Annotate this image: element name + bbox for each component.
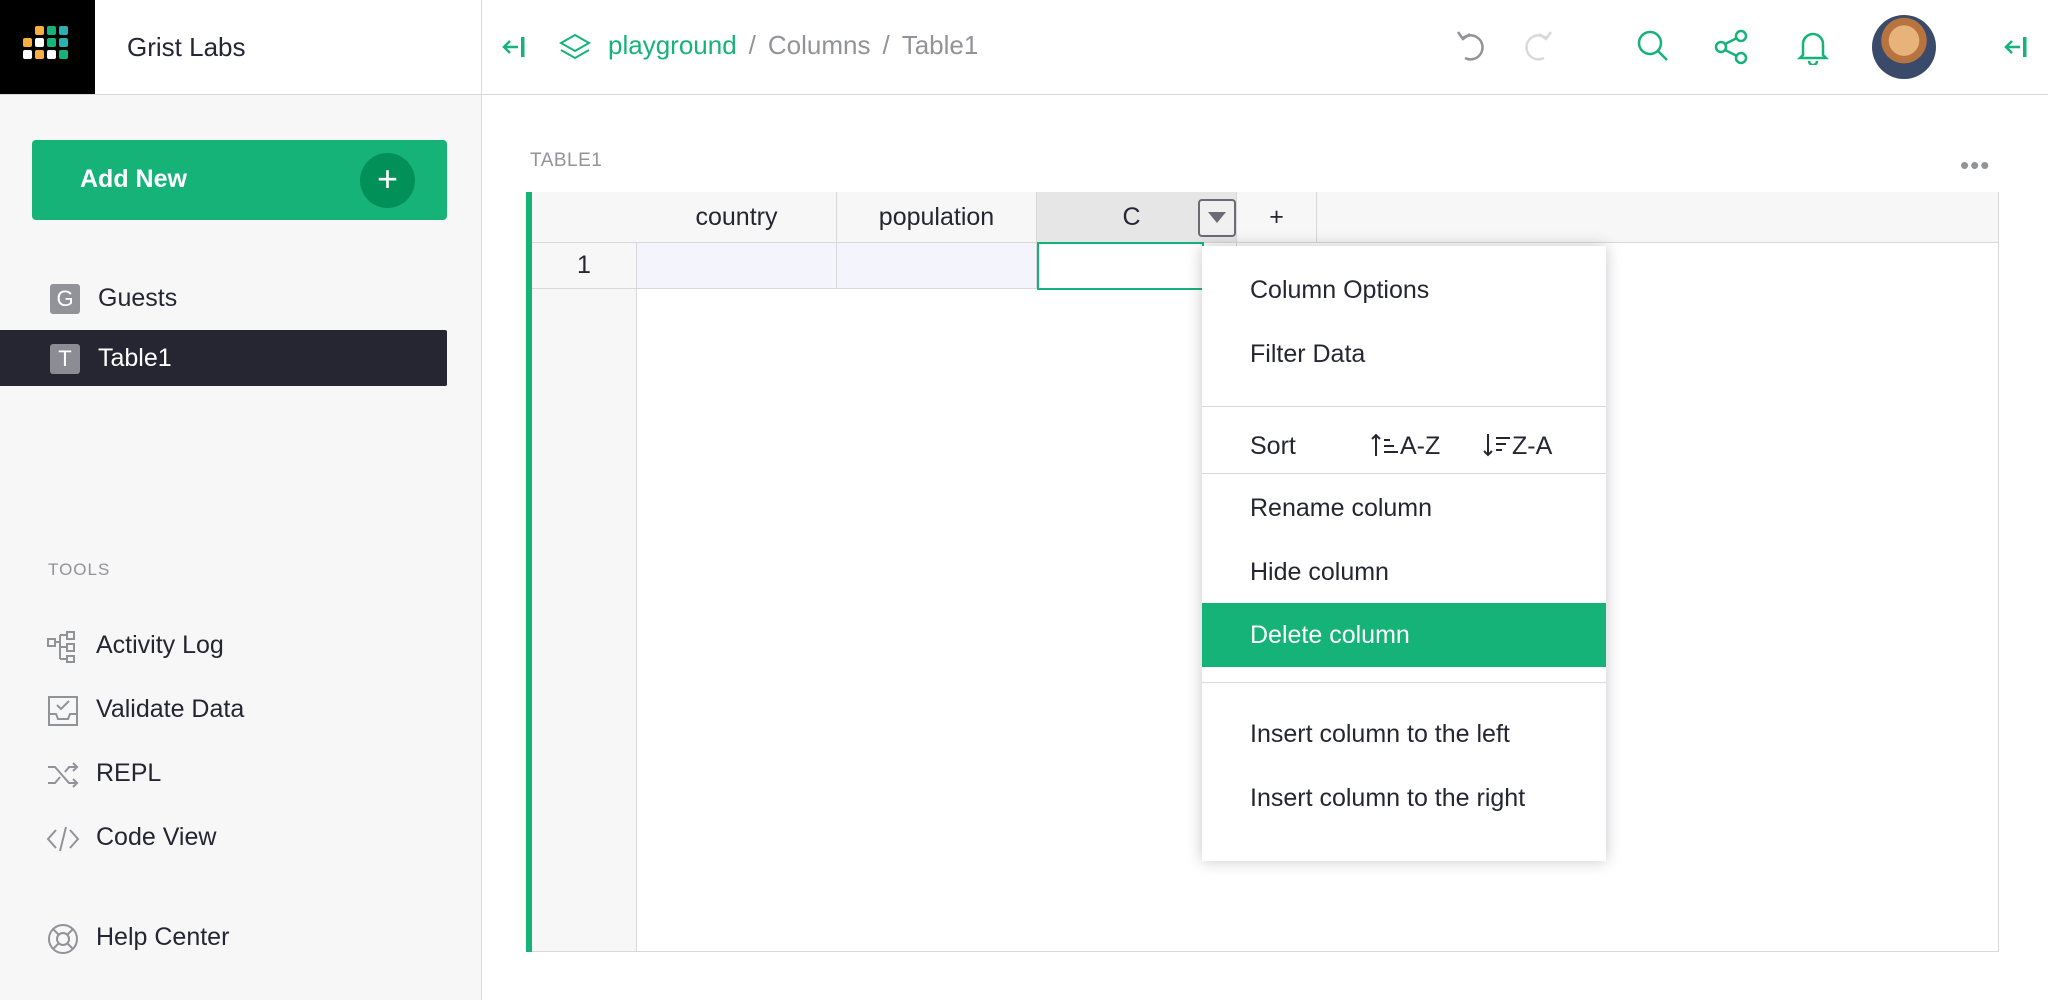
tools-title: TOOLS [48,560,111,579]
page-badge: G [50,284,80,314]
cell-population[interactable] [837,243,1037,289]
menu-item-label: Hide column [1250,558,1389,586]
menu-item-label: Insert column to the right [1250,784,1526,812]
share-icon[interactable] [1714,29,1748,65]
column-header-population[interactable]: population [837,192,1037,242]
tool-label: Code View [96,823,217,851]
tool-activity-log[interactable]: Activity Log [0,618,447,672]
menu-item-label: Column Options [1250,276,1430,304]
menu-rename-column[interactable]: Rename column [1202,476,1606,540]
section-title[interactable]: TABLE1 [530,150,602,172]
cell-country[interactable] [637,243,837,289]
page-item-guests[interactable]: G Guests [0,270,447,326]
org-name[interactable]: Grist Labs [127,32,246,63]
menu-divider [1202,473,1606,474]
menu-sort-row: Sort A-Z Z-A [1202,412,1606,476]
validate-data-icon [48,696,78,726]
menu-filter-data[interactable]: Filter Data [1202,322,1606,386]
repl-icon [48,762,79,788]
help-center[interactable]: Help Center [0,910,447,964]
column-header-country[interactable]: country [637,192,837,242]
collapse-right-panel-icon[interactable] [2002,33,2030,61]
column-context-menu: Column Options Filter Data Sort A-Z Z-A … [1202,246,1606,861]
page-item-table1[interactable]: T Table1 [0,330,447,386]
page-label: Table1 [98,344,172,372]
menu-column-options[interactable]: Column Options [1202,258,1606,322]
user-avatar[interactable] [1872,15,1936,79]
tool-label: Activity Log [96,631,224,659]
active-section-indicator [526,192,532,952]
help-center-label: Help Center [96,923,230,951]
app-logo[interactable] [0,0,95,94]
activity-log-icon [47,631,75,663]
breadcrumb-page[interactable]: Columns [768,30,871,60]
menu-insert-left[interactable]: Insert column to the left [1202,702,1606,766]
breadcrumb-doc[interactable]: playground [608,30,737,60]
column-menu-dropdown-icon[interactable] [1198,199,1236,237]
breadcrumb-separator: / [882,30,890,60]
collapse-left-panel-icon[interactable] [500,33,528,61]
page-badge: T [50,344,80,374]
code-view-icon [46,826,80,852]
sort-asc-button[interactable]: A-Z [1370,432,1440,461]
menu-divider [1202,682,1606,683]
menu-hide-column[interactable]: Hide column [1202,540,1606,604]
menu-delete-column[interactable]: Delete column [1202,603,1606,667]
breadcrumb-separator: / [748,30,756,60]
tool-repl[interactable]: REPL [0,746,447,800]
cell-cursor [1037,242,1204,290]
menu-item-label: Rename column [1250,494,1433,522]
row-number[interactable]: 1 [532,243,636,289]
menu-item-label: Delete column [1250,621,1410,649]
add-new-label: Add New [80,165,187,193]
notifications-icon[interactable] [1797,29,1829,65]
breadcrumb-table[interactable]: Table1 [902,30,979,60]
tool-label: REPL [96,759,162,787]
redo-icon[interactable] [1520,28,1554,64]
page-label: Guests [98,284,178,312]
menu-divider [1202,406,1606,407]
grist-logo-icon [23,26,68,59]
breadcrumb: playground / Columns / Table1 [608,30,978,61]
section-menu-icon[interactable]: ••• [1960,150,1990,181]
tool-code-view[interactable]: Code View [0,810,447,864]
sort-asc-icon [1371,433,1398,456]
help-center-icon [48,924,78,954]
menu-item-label: Filter Data [1250,340,1366,368]
sort-asc-label: A-Z [1400,432,1441,460]
add-new-button[interactable]: Add New + [32,140,447,220]
add-column-button[interactable]: + [1237,192,1317,242]
menu-insert-right[interactable]: Insert column to the right [1202,766,1606,830]
tool-label: Validate Data [96,695,245,723]
sort-label: Sort [1250,432,1296,460]
sort-desc-label: Z-A [1512,432,1553,460]
undo-icon[interactable] [1455,28,1489,64]
layers-icon [558,33,592,60]
sort-desc-icon [1483,434,1510,457]
menu-item-label: Insert column to the left [1250,720,1510,748]
tool-validate-data[interactable]: Validate Data [0,682,447,736]
search-icon[interactable] [1636,29,1670,63]
sort-desc-button[interactable]: Z-A [1482,432,1552,461]
plus-icon: + [360,153,415,208]
row-number-column [532,192,637,951]
